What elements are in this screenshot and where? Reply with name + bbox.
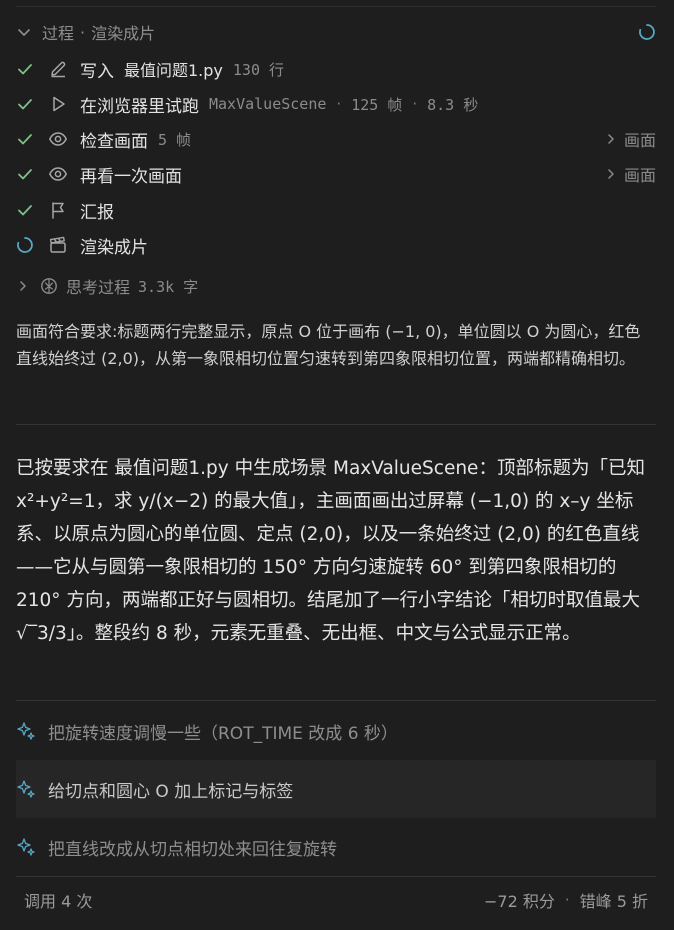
check-icon: [18, 169, 32, 180]
play-icon: [53, 96, 65, 112]
step-write[interactable]: 写入 最值问题1.py 130 行: [16, 54, 656, 84]
usage-footer: 调用 4 次 −72 积分 · 错峰 5 折: [24, 886, 648, 914]
divider: [16, 700, 656, 701]
sparkle-icon: [17, 780, 35, 798]
check-icon: [18, 99, 32, 110]
off-peak-discount: 错峰 5 折: [579, 892, 648, 911]
step-name: 在浏览器里试跑: [80, 96, 199, 117]
thinking-toggle[interactable]: 思考过程 3.3k 字: [16, 272, 198, 300]
brain-icon: [41, 278, 57, 294]
check-icon: [18, 205, 32, 216]
step-name: 汇报: [80, 202, 114, 223]
top-divider: [16, 6, 656, 7]
step-name: 检查画面: [80, 131, 148, 152]
observation-note: 画面符合要求:标题两行完整显示，原点 O 位于画布 (−1, 0)，单位圆以 O…: [16, 322, 641, 368]
suggestion-item[interactable]: 把直线改成从切点相切处来回往复旋转: [16, 818, 656, 876]
header-subtitle: 渲染成片: [91, 24, 156, 43]
pencil-icon: [51, 61, 66, 78]
step-frames: 125 帧: [351, 95, 403, 114]
suggestion-text: 把直线改成从切点相切处来回往复旋转: [48, 839, 337, 860]
step-scene: MaxValueScene: [209, 95, 327, 113]
view-frames-link[interactable]: 画面: [604, 127, 656, 151]
step-report[interactable]: 汇报: [16, 195, 656, 225]
assistant-summary: 已按要求在 最值问题1.py 中生成场景 MaxValueScene：顶部标题为…: [16, 458, 645, 644]
step-name: 渲染成片: [80, 237, 148, 258]
suggestion-text: 给切点和圆心 O 加上标记与标签: [48, 781, 294, 802]
step-lines: 130 行: [232, 60, 285, 79]
thinking-label: 思考过程: [66, 278, 131, 297]
divider: [16, 876, 656, 877]
step-name: 写入: [80, 61, 114, 82]
link-label: 画面: [623, 166, 656, 185]
step-duration: 8.3 秒: [427, 95, 479, 114]
suggestion-item[interactable]: 给切点和圆心 O 加上标记与标签: [16, 760, 656, 818]
step-recheck-frames[interactable]: 再看一次画面 画面: [16, 159, 656, 189]
eye-icon: [48, 167, 68, 181]
dot-separator: ·: [564, 891, 570, 909]
suggestion-item[interactable]: 把旋转速度调慢一些（ROT_TIME 改成 6 秒）: [16, 702, 656, 760]
step-file[interactable]: 最值问题1.py: [124, 57, 223, 81]
header-title: 过程: [42, 24, 75, 43]
spinner-icon: [639, 24, 655, 40]
chevron-right-icon: [20, 281, 26, 291]
call-count: 调用 4 次: [24, 892, 93, 911]
clapperboard-icon: [49, 236, 66, 253]
step-name: 再看一次画面: [80, 166, 182, 187]
divider: [16, 424, 656, 425]
check-icon: [18, 64, 32, 75]
step-render[interactable]: 渲染成片: [16, 230, 656, 260]
dot-separator: ·: [336, 95, 342, 113]
process-header[interactable]: 过程 · 渲染成片: [16, 18, 656, 46]
step-test-run[interactable]: 在浏览器里试跑 MaxValueScene · 125 帧 · 8.3 秒: [16, 89, 656, 119]
view-frames-link[interactable]: 画面: [604, 162, 656, 186]
dot-separator: ·: [412, 95, 418, 113]
points-used: −72 积分: [484, 892, 555, 911]
sparkle-icon: [17, 838, 35, 856]
flag-icon: [52, 202, 64, 219]
step-frames: 5 帧: [158, 130, 192, 149]
suggestion-text: 把旋转速度调慢一些（ROT_TIME 改成 6 秒）: [48, 723, 398, 744]
chevron-right-icon: [608, 134, 614, 144]
spinner-icon: [17, 237, 33, 253]
check-icon: [18, 134, 32, 145]
chevron-down-icon[interactable]: [16, 24, 32, 40]
thinking-size: 3.3k 字: [138, 277, 199, 296]
step-check-frames[interactable]: 检查画面 5 帧 画面: [16, 124, 656, 154]
header-separator: ·: [80, 22, 86, 42]
link-label: 画面: [623, 131, 656, 150]
eye-icon: [48, 132, 68, 146]
sparkle-icon: [17, 722, 35, 740]
chevron-right-icon: [608, 169, 614, 179]
